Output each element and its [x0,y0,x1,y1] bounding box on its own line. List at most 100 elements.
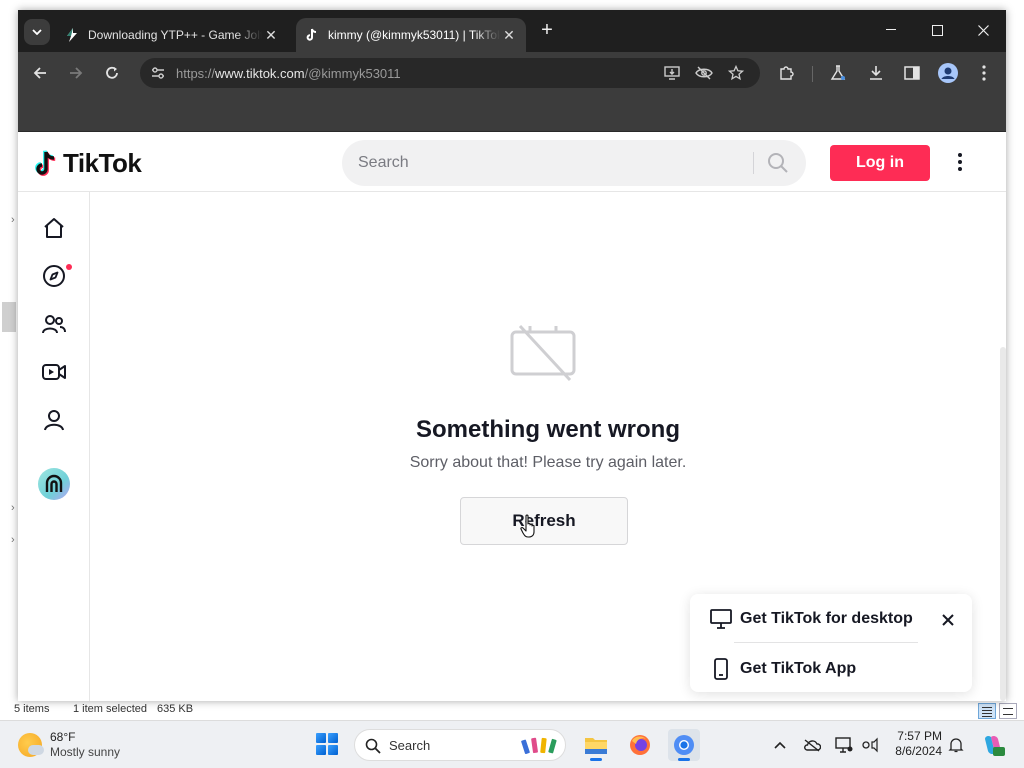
chevron-right-icon[interactable]: › [11,214,15,226]
explorer-right-edge [1006,0,1024,700]
tab-tiktok[interactable]: kimmy (@kimmyk53011) | TikTok ✕ [296,18,526,52]
downloads-button[interactable] [864,61,888,85]
following-icon [42,315,66,334]
sidebar-item-explore[interactable] [38,260,70,292]
clock-date: 8/6/2024 [895,744,942,758]
sidebar-item-avatar[interactable] [38,468,70,500]
install-app-icon[interactable] [662,63,682,83]
taskbar-search[interactable]: Search [354,729,566,761]
tiktok-logo-icon [35,149,56,176]
chevron-up-icon[interactable] [770,735,790,755]
crayons-icon [521,737,557,755]
search-input[interactable] [358,151,738,175]
page-scrollbar[interactable] [1000,347,1006,701]
get-app-link[interactable]: Get TikTok App [710,656,856,682]
file-explorer-taskbar-button[interactable] [580,729,612,761]
onedrive-icon[interactable] [802,735,822,755]
network-volume-icon[interactable] [860,735,880,755]
url-host: www.tiktok.com [215,66,305,81]
avatar-icon [938,63,958,83]
tab-search-button[interactable] [24,19,50,45]
forward-button[interactable] [64,61,88,85]
more-vertical-icon [982,65,986,81]
folder-icon [585,738,607,754]
display-icon[interactable] [834,735,854,755]
minimize-button[interactable] [868,10,914,50]
maximize-button[interactable] [914,10,960,50]
address-bar[interactable]: https://www.tiktok.com/@kimmyk53011 [140,58,760,88]
details-view-button[interactable] [978,703,996,719]
back-button[interactable] [28,61,52,85]
url-scheme: https:// [176,66,216,81]
chrome-taskbar-button[interactable] [668,729,700,761]
phone-icon [714,658,728,680]
site-settings-icon[interactable] [148,63,168,83]
url-text: https://www.tiktok.com/@kimmyk53011 [176,66,401,81]
eye-off-icon[interactable] [694,63,714,83]
taskbar-search-label: Search [389,738,431,753]
star-icon[interactable] [726,63,746,83]
explorer-selected-item[interactable] [2,302,16,332]
sidebar-item-home[interactable] [38,212,70,244]
new-tab-button[interactable]: + [536,20,558,42]
search-button[interactable] [760,148,796,178]
flask-icon [830,65,846,80]
system-clock[interactable]: 7:57 PM 8/6/2024 [890,729,942,759]
labs-button[interactable] [826,61,850,85]
close-window-button[interactable] [960,10,1006,50]
chevron-right-icon[interactable]: › [11,534,15,546]
close-icon[interactable]: ✕ [500,27,518,44]
close-icon[interactable] [938,610,958,630]
windows-taskbar: 68°F Mostly sunny Search 7:57 PM 8/6/202… [0,720,1024,768]
error-title: Something went wrong [416,416,680,443]
chevron-down-icon [32,29,42,35]
popup-divider [734,642,918,643]
tab-title: kimmy (@kimmyk53011) | TikTok [328,28,500,42]
tiktok-logo[interactable]: TikTok [34,148,142,179]
search-icon [768,153,788,173]
refresh-button[interactable]: Refresh [460,497,628,545]
search-icon [365,738,381,754]
profile-icon [44,410,64,431]
explorer-nav-pane: › › › [0,0,18,700]
get-desktop-label: Get TikTok for desktop [740,610,913,627]
bookmarks-bar [18,94,1006,132]
profile-button[interactable] [936,61,960,85]
broken-screen-icon [510,324,576,382]
home-icon [44,218,64,238]
close-icon[interactable]: ✕ [262,27,280,44]
get-desktop-link[interactable]: Get TikTok for desktop [710,606,913,632]
copilot-icon[interactable] [980,735,1006,756]
download-icon [870,66,882,80]
toolbar-divider [812,66,813,82]
reload-button[interactable] [100,61,124,85]
status-size: 635 KB [157,703,194,715]
firefox-icon [630,735,650,755]
firefox-taskbar-button[interactable] [624,729,656,761]
chrome-icon [674,735,694,755]
login-button[interactable]: Log in [830,145,930,181]
sidebar-item-following[interactable] [38,308,70,340]
chevron-right-icon[interactable]: › [11,502,15,514]
weather-sun-icon [18,733,44,757]
sidebar-item-live[interactable] [38,356,70,388]
more-options-button[interactable] [950,148,970,176]
start-button[interactable] [316,733,338,755]
tiktok-wordmark: TikTok [63,148,142,178]
url-path: /@kimmyk53011 [304,66,401,81]
extensions-button[interactable] [774,61,798,85]
monitor-icon [710,609,732,629]
sidebar-item-profile[interactable] [38,404,70,436]
live-video-icon [42,364,66,380]
notification-bell-icon[interactable] [946,735,966,755]
weather-widget[interactable]: 68°F Mostly sunny [18,729,120,761]
browser-menu-button[interactable] [972,61,996,85]
tab-title: Downloading YTP++ - Game Jolt [88,28,262,42]
tiktok-search-bar [342,140,806,186]
gamejolt-icon [64,27,80,43]
tiles-view-button[interactable] [999,703,1017,719]
side-panel-icon [904,66,920,80]
tab-gamejolt[interactable]: Downloading YTP++ - Game Jolt ✕ [56,18,288,52]
side-panel-button[interactable] [900,61,924,85]
tiktok-page: TikTok Log in [18,132,1006,701]
